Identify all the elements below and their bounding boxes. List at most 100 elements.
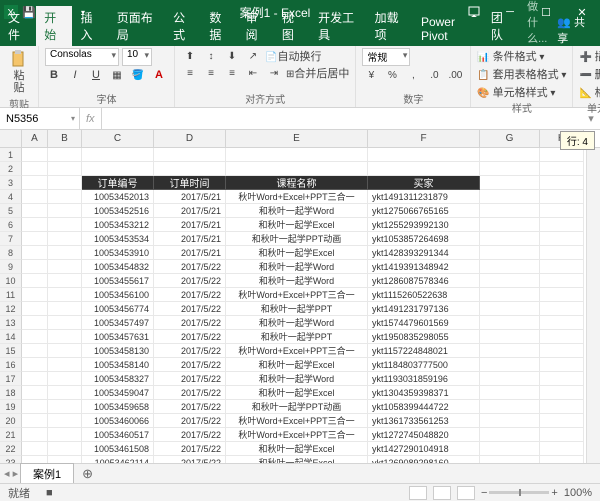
cell[interactable] — [540, 176, 584, 190]
col-header[interactable]: A — [22, 130, 48, 147]
align-top-button[interactable]: ⬆ — [181, 48, 199, 64]
cell[interactable]: ykt1950835298055 — [368, 330, 480, 344]
paste-button[interactable]: 粘贴 — [6, 48, 32, 96]
merge-button[interactable]: ⊞合并后居中 — [286, 65, 349, 81]
cell[interactable]: 10053459658 — [82, 400, 154, 414]
currency-button[interactable]: ¥ — [362, 67, 380, 83]
cell[interactable] — [48, 176, 82, 190]
cell[interactable]: 10053453212 — [82, 218, 154, 232]
cell[interactable] — [22, 428, 48, 442]
ribbon-tab-7[interactable]: 视图 — [274, 6, 310, 46]
scrollbar-vertical[interactable] — [586, 148, 600, 463]
ribbon-tab-0[interactable]: 文件 — [0, 6, 36, 46]
view-normal-button[interactable] — [409, 486, 427, 500]
cell[interactable]: 和秋叶一起学PPT — [226, 302, 368, 316]
cell[interactable]: 2017/5/21 — [154, 232, 226, 246]
cell[interactable] — [540, 330, 584, 344]
cell[interactable]: 和秋叶一起学Excel — [226, 456, 368, 463]
cell[interactable] — [540, 162, 584, 176]
indent-dec-button[interactable]: ⇤ — [244, 65, 262, 81]
view-layout-button[interactable] — [433, 486, 451, 500]
cell[interactable] — [82, 162, 154, 176]
cell[interactable] — [22, 330, 48, 344]
format-cells-button[interactable]: 📐 格式 ▾ — [579, 84, 600, 100]
cell[interactable] — [22, 456, 48, 463]
align-center-button[interactable]: ≡ — [202, 65, 220, 81]
row-header[interactable]: 15 — [0, 344, 22, 358]
cell[interactable] — [480, 204, 540, 218]
ribbon-tab-3[interactable]: 页面布局 — [109, 6, 165, 46]
align-mid-button[interactable]: ↕ — [202, 48, 220, 64]
col-header[interactable]: C — [82, 130, 154, 147]
cell[interactable] — [368, 162, 480, 176]
cell[interactable]: 和秋叶一起学PPT动画 — [226, 400, 368, 414]
cell[interactable]: ykt1286087578346 — [368, 274, 480, 288]
cell[interactable] — [48, 204, 82, 218]
cell[interactable] — [22, 162, 48, 176]
cell[interactable]: 10053453534 — [82, 232, 154, 246]
col-header[interactable]: D — [154, 130, 226, 147]
cell[interactable]: ykt1115260522638 — [368, 288, 480, 302]
cell[interactable]: 和秋叶一起学Excel — [226, 358, 368, 372]
cell[interactable] — [48, 344, 82, 358]
cell[interactable]: 10053457631 — [82, 330, 154, 344]
align-left-button[interactable]: ≡ — [181, 65, 199, 81]
cell[interactable] — [226, 148, 368, 162]
cell[interactable]: ykt1275066765165 — [368, 204, 480, 218]
ribbon-tab-11[interactable]: 团队 — [483, 6, 519, 46]
wrap-text-button[interactable]: 📄自动换行 — [265, 48, 321, 64]
cell[interactable]: 10053456774 — [82, 302, 154, 316]
row-header[interactable]: 22 — [0, 442, 22, 456]
cell[interactable] — [540, 428, 584, 442]
cell[interactable] — [22, 260, 48, 274]
row-header[interactable]: 13 — [0, 316, 22, 330]
zoom-level[interactable]: 100% — [564, 487, 592, 499]
cell[interactable]: 和秋叶一起学Word — [226, 372, 368, 386]
ribbon-tab-6[interactable]: 审阅 — [238, 6, 274, 46]
cell[interactable] — [154, 162, 226, 176]
insert-cells-button[interactable]: ➕ 插入 ▾ — [579, 48, 600, 64]
row-header[interactable]: 12 — [0, 302, 22, 316]
cell[interactable] — [48, 456, 82, 463]
cell[interactable] — [540, 372, 584, 386]
ribbon-tab-9[interactable]: 加载项 — [367, 6, 413, 46]
cell[interactable]: 2017/5/22 — [154, 456, 226, 463]
cell[interactable]: 10053452013 — [82, 190, 154, 204]
cell[interactable]: 2017/5/22 — [154, 260, 226, 274]
row-header[interactable]: 1 — [0, 148, 22, 162]
cell[interactable] — [82, 148, 154, 162]
row-header[interactable]: 20 — [0, 414, 22, 428]
formula-bar[interactable] — [102, 108, 582, 129]
cell[interactable] — [22, 218, 48, 232]
row-header[interactable]: 9 — [0, 260, 22, 274]
cell[interactable]: 10053460066 — [82, 414, 154, 428]
row-header[interactable]: 16 — [0, 358, 22, 372]
ribbon-tab-2[interactable]: 插入 — [72, 6, 108, 46]
cell[interactable] — [22, 358, 48, 372]
cell[interactable]: ykt1269089298160 — [368, 456, 480, 463]
cell[interactable] — [480, 288, 540, 302]
cell[interactable] — [226, 162, 368, 176]
row-header[interactable]: 8 — [0, 246, 22, 260]
cell[interactable] — [540, 442, 584, 456]
cell[interactable]: 10053458140 — [82, 358, 154, 372]
cell[interactable] — [22, 176, 48, 190]
cell[interactable] — [22, 400, 48, 414]
cell[interactable] — [540, 232, 584, 246]
cell[interactable] — [48, 288, 82, 302]
cell[interactable] — [22, 372, 48, 386]
cell[interactable]: ykt1184803777500 — [368, 358, 480, 372]
cell[interactable] — [480, 232, 540, 246]
name-box[interactable]: N5356 — [0, 108, 80, 129]
ribbon-tab-4[interactable]: 公式 — [165, 6, 201, 46]
formula-expand-button[interactable]: ▾ — [582, 108, 600, 129]
cell[interactable]: 10053458130 — [82, 344, 154, 358]
macro-record-icon[interactable]: ■ — [38, 487, 61, 499]
cell[interactable]: 秋叶Word+Excel+PPT三合一 — [226, 288, 368, 302]
cell[interactable] — [480, 246, 540, 260]
indent-inc-button[interactable]: ⇥ — [265, 65, 283, 81]
cell[interactable]: 和秋叶一起学Word — [226, 274, 368, 288]
ribbon-tab-5[interactable]: 数据 — [201, 6, 237, 46]
cell[interactable] — [540, 414, 584, 428]
cell[interactable] — [48, 274, 82, 288]
